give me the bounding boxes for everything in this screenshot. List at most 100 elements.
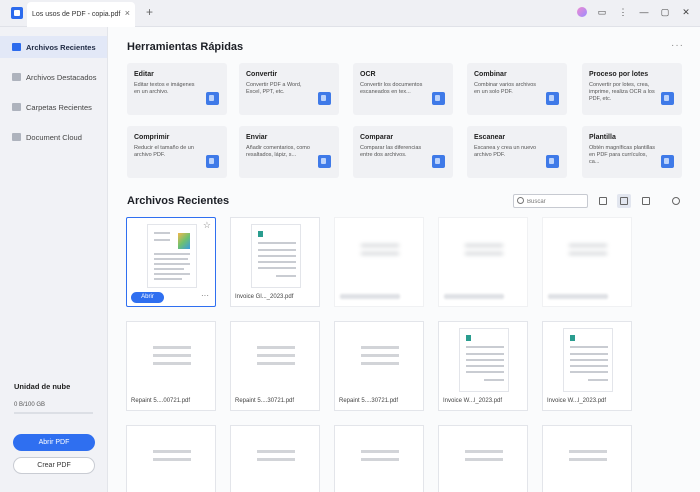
tool-compare[interactable]: Comparar Comparar las diferencias entre … bbox=[353, 126, 453, 178]
search-input[interactable] bbox=[527, 196, 585, 207]
sort-icon bbox=[642, 197, 650, 205]
sidebar: Archivos Recientes Archivos Destacados C… bbox=[0, 27, 108, 492]
close-icon[interactable]: ✕ bbox=[680, 5, 692, 19]
tool-send[interactable]: Enviar Añadir comentarios, como resaltad… bbox=[239, 126, 339, 178]
file-card[interactable] bbox=[334, 217, 424, 307]
sidebar-item-recent-files[interactable]: Archivos Recientes bbox=[0, 36, 107, 58]
document-tab[interactable]: Los usos de PDF - copia.pdf × bbox=[27, 2, 135, 27]
file-thumbnail bbox=[251, 328, 301, 392]
more-options-icon[interactable]: ··· bbox=[201, 292, 209, 300]
main-content: Herramientas Rápidas ··· Editar Editar t… bbox=[108, 27, 700, 492]
file-name: Repaint 5....30721.pdf bbox=[235, 398, 295, 404]
grid-view-button[interactable] bbox=[617, 194, 631, 208]
recent-files-title: Archivos Recientes bbox=[127, 195, 230, 207]
tool-edit[interactable]: Editar Editar textos e imágenes en un ar… bbox=[127, 63, 227, 115]
batch-icon bbox=[661, 92, 674, 105]
file-thumbnail bbox=[459, 224, 509, 288]
compare-icon bbox=[432, 155, 445, 168]
file-card[interactable]: Repaint 5....30721.pdf bbox=[334, 321, 424, 411]
sidebar-item-label: Archivos Destacados bbox=[26, 73, 97, 82]
cloud-usage-bar bbox=[14, 412, 93, 414]
sort-button[interactable] bbox=[639, 194, 653, 208]
new-tab-icon[interactable]: + bbox=[146, 6, 153, 18]
file-name: Invoice W...l_2023.pdf bbox=[443, 398, 503, 404]
tab-title: Los usos de PDF - copia.pdf bbox=[32, 11, 121, 18]
file-card[interactable]: Invoice W...l_2023.pdf bbox=[542, 321, 632, 411]
file-thumbnail bbox=[459, 432, 509, 492]
chat-icon[interactable]: ▭ bbox=[596, 5, 608, 19]
file-name-redacted bbox=[340, 294, 400, 299]
sidebar-item-label: Archivos Recientes bbox=[26, 43, 96, 52]
tool-convert[interactable]: Convertir Convertir PDF a Word, Excel, P… bbox=[239, 63, 339, 115]
tool-combine[interactable]: Combinar Combinar varios archivos en un … bbox=[467, 63, 567, 115]
open-pdf-button[interactable]: Abrir PDF bbox=[13, 434, 95, 451]
file-name-redacted bbox=[444, 294, 504, 299]
file-thumbnail bbox=[251, 224, 301, 288]
tool-description: Convertir por lotes, crea, imprime, real… bbox=[589, 82, 655, 102]
tool-batch[interactable]: Proceso por lotes Convertir por lotes, c… bbox=[582, 63, 682, 115]
convert-icon bbox=[318, 92, 331, 105]
combine-icon bbox=[546, 92, 559, 105]
search-box[interactable] bbox=[513, 194, 588, 208]
app-logo-icon bbox=[11, 7, 23, 19]
file-thumbnail bbox=[355, 432, 405, 492]
file-card[interactable]: Repaint 5....30721.pdf bbox=[230, 321, 320, 411]
create-pdf-button[interactable]: Crear PDF bbox=[13, 457, 95, 474]
tool-name: Editar bbox=[134, 71, 154, 78]
search-icon bbox=[517, 197, 524, 204]
template-icon bbox=[661, 155, 674, 168]
file-card[interactable]: Invoice W...l_2023.pdf bbox=[438, 321, 528, 411]
file-name: Invoice Gl..._2023.pdf bbox=[235, 294, 294, 300]
scan-icon bbox=[546, 155, 559, 168]
more-vertical-icon[interactable]: ⋮ bbox=[617, 5, 629, 19]
maximize-icon[interactable]: ▢ bbox=[659, 5, 671, 19]
tool-name: Escanear bbox=[474, 134, 506, 141]
file-name: Repaint 5....00721.pdf bbox=[131, 398, 191, 404]
file-thumbnail bbox=[147, 432, 197, 492]
file-card[interactable] bbox=[126, 425, 216, 492]
tool-name: OCR bbox=[360, 71, 376, 78]
file-thumbnail bbox=[147, 224, 197, 288]
tool-name: Comprimir bbox=[134, 134, 170, 141]
sidebar-item-recent-folders[interactable]: Carpetas Recientes bbox=[0, 96, 107, 118]
folder-icon bbox=[12, 103, 21, 111]
avatar[interactable] bbox=[577, 7, 587, 17]
list-view-button[interactable] bbox=[596, 194, 610, 208]
file-card[interactable] bbox=[542, 425, 632, 492]
file-card[interactable] bbox=[334, 425, 424, 492]
tool-description: Comparar las diferencias entre dos archi… bbox=[360, 145, 422, 158]
minimize-icon[interactable]: — bbox=[638, 5, 650, 19]
file-thumbnail bbox=[459, 328, 509, 392]
file-thumbnail bbox=[355, 224, 405, 288]
file-card[interactable] bbox=[438, 217, 528, 307]
tool-ocr[interactable]: OCR Convertir los documentos escaneados … bbox=[353, 63, 453, 115]
refresh-button[interactable] bbox=[669, 194, 683, 208]
file-card[interactable]: Invoice Gl..._2023.pdf bbox=[230, 217, 320, 307]
edit-icon bbox=[206, 92, 219, 105]
compress-icon bbox=[206, 155, 219, 168]
clock-file-icon bbox=[12, 43, 21, 51]
sidebar-item-document-cloud[interactable]: Document Cloud bbox=[0, 126, 107, 148]
ocr-icon bbox=[432, 92, 445, 105]
file-card[interactable] bbox=[542, 217, 632, 307]
cloud-icon bbox=[12, 133, 21, 141]
file-card[interactable]: ☆ Abrir ··· bbox=[126, 217, 216, 307]
file-card[interactable] bbox=[230, 425, 320, 492]
tool-name: Plantilla bbox=[589, 134, 616, 141]
tool-template[interactable]: Plantilla Obtén magníficas plantillas en… bbox=[582, 126, 682, 178]
tool-compress[interactable]: Comprimir Reducir el tamaño de un archiv… bbox=[127, 126, 227, 178]
tool-name: Enviar bbox=[246, 134, 268, 141]
tool-name: Convertir bbox=[246, 71, 278, 78]
tool-description: Reducir el tamaño de un archivo PDF. bbox=[134, 145, 194, 158]
tool-description: Escanea y crea un nuevo archivo PDF. bbox=[474, 145, 537, 158]
file-card[interactable] bbox=[438, 425, 528, 492]
star-icon[interactable]: ☆ bbox=[203, 221, 211, 230]
open-file-button[interactable]: Abrir bbox=[131, 292, 164, 303]
tool-scan[interactable]: Escanear Escanea y crea un nuevo archivo… bbox=[467, 126, 567, 178]
sidebar-item-starred-files[interactable]: Archivos Destacados bbox=[0, 66, 107, 88]
sidebar-item-label: Document Cloud bbox=[26, 133, 82, 142]
more-options-icon[interactable]: ··· bbox=[671, 40, 684, 51]
tab-close-icon[interactable]: × bbox=[125, 9, 130, 18]
file-name: Repaint 5....30721.pdf bbox=[339, 398, 399, 404]
file-card[interactable]: Repaint 5....00721.pdf bbox=[126, 321, 216, 411]
